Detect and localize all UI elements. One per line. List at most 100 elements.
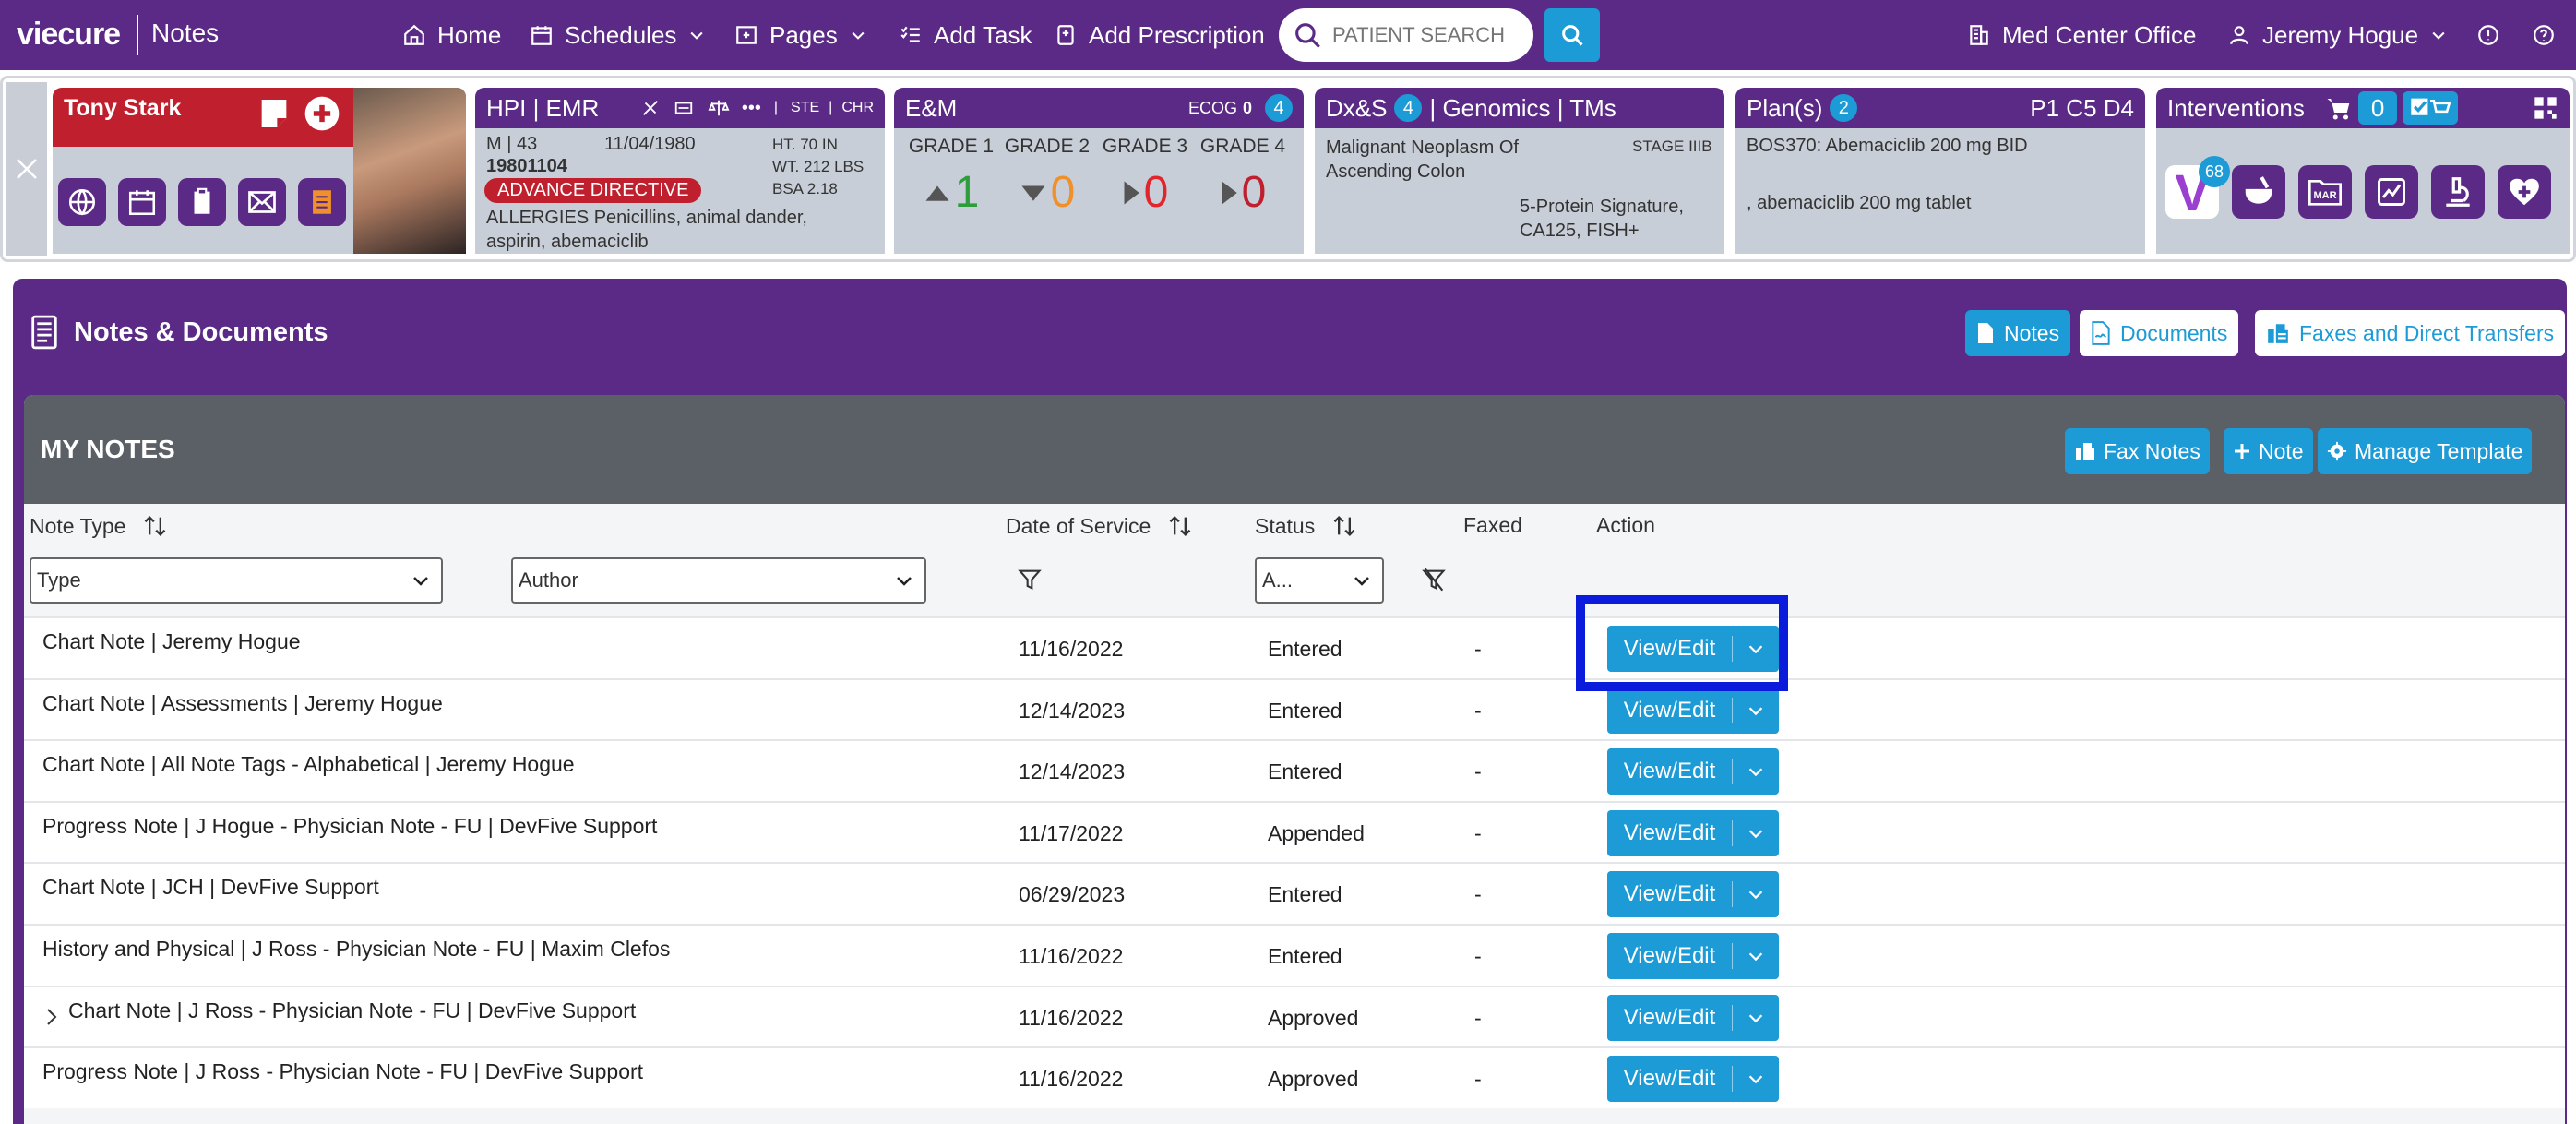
lab-button[interactable]: [2431, 165, 2485, 219]
my-notes-panel: MY NOTES Fax Notes Note Manage Template …: [24, 395, 2565, 1124]
table-row[interactable]: Chart Note | JCH | DevFive Support 06/29…: [24, 862, 2565, 924]
note-type-cell[interactable]: Chart Note | JCH | DevFive Support: [42, 875, 379, 900]
cart-icon[interactable]: [2323, 94, 2355, 122]
dx-genomics-card[interactable]: Dx&S 4 | Genomics | TMs Malignant Neopla…: [1315, 88, 1724, 254]
view-edit-dropdown[interactable]: [1733, 700, 1779, 721]
nav-pages[interactable]: Pages: [734, 17, 867, 54]
note-type-cell[interactable]: Progress Note | J Hogue - Physician Note…: [42, 814, 657, 839]
arrow-down-icon: [1021, 185, 1045, 201]
view-edit-button[interactable]: View/Edit: [1607, 687, 1779, 734]
filter-icon: [1018, 569, 1042, 591]
note-icon[interactable]: [256, 95, 292, 132]
nav-home[interactable]: Home: [402, 17, 501, 54]
globe-button[interactable]: [58, 178, 106, 226]
brand-logo[interactable]: viecure: [17, 17, 121, 53]
tab-faxes[interactable]: Faxes and Direct Transfers: [2255, 310, 2566, 356]
view-edit-dropdown[interactable]: [1733, 823, 1779, 843]
status-filter-select[interactable]: A...: [1255, 557, 1384, 604]
mar-label: MAR: [2313, 190, 2337, 201]
calendar-button[interactable]: [118, 178, 166, 226]
table-row[interactable]: Chart Note | J Ross - Physician Note - F…: [24, 985, 2565, 1047]
message-button[interactable]: [238, 178, 286, 226]
mar-button[interactable]: MAR: [2298, 165, 2352, 219]
type-filter-select[interactable]: Type: [30, 557, 443, 604]
info-icon: [2478, 25, 2498, 45]
info-button[interactable]: [2476, 17, 2500, 54]
search-button[interactable]: [1544, 8, 1600, 62]
type-filter-value: Type: [37, 568, 81, 592]
chevron-right-icon[interactable]: [42, 1006, 61, 1028]
table-row[interactable]: Chart Note | All Note Tags - Alphabetica…: [24, 739, 2565, 801]
patient-search[interactable]: [1279, 8, 1533, 62]
date-filter-button[interactable]: [1017, 567, 1043, 597]
vitals-chart-button[interactable]: [2365, 165, 2418, 219]
tab-notes[interactable]: Notes: [1965, 310, 2071, 356]
nav-schedules[interactable]: Schedules: [530, 17, 706, 54]
chr-label: CHR: [841, 100, 874, 115]
medical-shield-icon[interactable]: [302, 93, 342, 134]
note-type-cell[interactable]: History and Physical | J Ross - Physicia…: [42, 937, 670, 962]
tab-documents-label: Documents: [2120, 320, 2228, 345]
view-edit-button[interactable]: View/Edit: [1607, 994, 1779, 1041]
table-row[interactable]: Progress Note | J Ross - Physician Note …: [24, 1046, 2565, 1108]
view-edit-button[interactable]: View/Edit: [1607, 871, 1779, 918]
view-edit-dropdown[interactable]: [1733, 884, 1779, 904]
table-row[interactable]: History and Physical | J Ross - Physicia…: [24, 923, 2565, 986]
checked-cart-button[interactable]: [2403, 91, 2459, 125]
tab-documents[interactable]: Documents: [2080, 310, 2239, 356]
clipboard-button[interactable]: [178, 178, 226, 226]
view-edit-button[interactable]: View/Edit: [1607, 932, 1779, 979]
hpi-emr-card[interactable]: HPI | EMR ••• | STE | CHR M | 43 11/04/1…: [475, 88, 885, 254]
view-edit-dropdown[interactable]: [1733, 946, 1779, 966]
view-edit-dropdown[interactable]: [1733, 761, 1779, 782]
table-row[interactable]: Chart Note | Jeremy Hogue 11/16/2022 Ent…: [24, 616, 2565, 678]
add-note-label: Note: [2259, 438, 2304, 463]
table-row[interactable]: Progress Note | J Hogue - Physician Note…: [24, 800, 2565, 863]
note-type-cell[interactable]: Chart Note | All Note Tags - Alphabetica…: [42, 752, 575, 777]
user-menu[interactable]: Jeremy Hogue: [2227, 17, 2448, 54]
view-edit-button[interactable]: View/Edit: [1607, 809, 1779, 856]
note-type-cell[interactable]: Progress Note | J Ross - Physician Note …: [42, 1059, 643, 1084]
author-filter-select[interactable]: Author: [511, 557, 926, 604]
nav-add-prescription[interactable]: Add Prescription: [1054, 17, 1265, 54]
focus-highlight-box: [1576, 595, 1788, 691]
view-edit-dropdown[interactable]: [1733, 1069, 1779, 1089]
col-status[interactable]: Status: [1255, 513, 1357, 539]
cart-count[interactable]: 0: [2357, 91, 2398, 125]
view-edit-button[interactable]: View/Edit: [1607, 748, 1779, 795]
pharmacy-button[interactable]: [2232, 165, 2285, 219]
plus-icon: [2235, 444, 2249, 459]
mrn: 19801104: [486, 156, 567, 176]
help-button[interactable]: [2532, 17, 2556, 54]
view-edit-button[interactable]: View/Edit: [1607, 1056, 1779, 1103]
qr-code-icon[interactable]: [2533, 95, 2558, 121]
em-card[interactable]: E&M ECOG 0 4 GRADE 1 1 GRADE 2 0 GRADE 3…: [894, 88, 1304, 254]
plans-card[interactable]: Plan(s) 2 P1 C5 D4 BOS370: Abemaciclib 2…: [1735, 88, 2145, 254]
health-button[interactable]: [2498, 165, 2551, 219]
col-note-type[interactable]: Note Type: [30, 513, 168, 539]
manage-template-button[interactable]: Manage Template: [2318, 428, 2533, 474]
grade-3-value: 0: [1143, 168, 1169, 217]
nav-add-task[interactable]: Add Task: [899, 17, 1032, 54]
col-date-label: Date of Service: [1006, 513, 1151, 538]
document-button[interactable]: [298, 178, 346, 226]
plan-cycle: P1 C5 D4: [2030, 93, 2134, 122]
add-note-button[interactable]: Note: [2224, 428, 2313, 474]
advance-directive-badge[interactable]: ADVANCE DIRECTIVE: [484, 178, 702, 203]
note-type-cell[interactable]: Chart Note | J Ross - Physician Note - F…: [68, 998, 636, 1023]
faxed-cell: -: [1474, 759, 1482, 784]
col-date-of-service[interactable]: Date of Service: [1006, 513, 1193, 539]
view-edit-dropdown[interactable]: [1733, 1008, 1779, 1028]
clear-filter-button[interactable]: [1421, 567, 1447, 597]
collapse-banner-button[interactable]: [6, 82, 47, 256]
note-type-cell[interactable]: Chart Note | Assessments | Jeremy Hogue: [42, 691, 443, 716]
note-type-cell[interactable]: Chart Note | Jeremy Hogue: [42, 629, 301, 654]
chevron-down-icon: [413, 577, 428, 586]
patient-search-input[interactable]: [1332, 23, 1517, 47]
viecure-v-button[interactable]: V 68: [2165, 156, 2230, 221]
office-selector[interactable]: Med Center Office: [1967, 17, 2197, 54]
status-cell: Entered: [1268, 637, 1342, 661]
table-row[interactable]: Chart Note | Assessments | Jeremy Hogue …: [24, 677, 2565, 740]
patient-name[interactable]: Tony Stark: [64, 95, 181, 122]
fax-notes-button[interactable]: Fax Notes: [2065, 428, 2210, 474]
